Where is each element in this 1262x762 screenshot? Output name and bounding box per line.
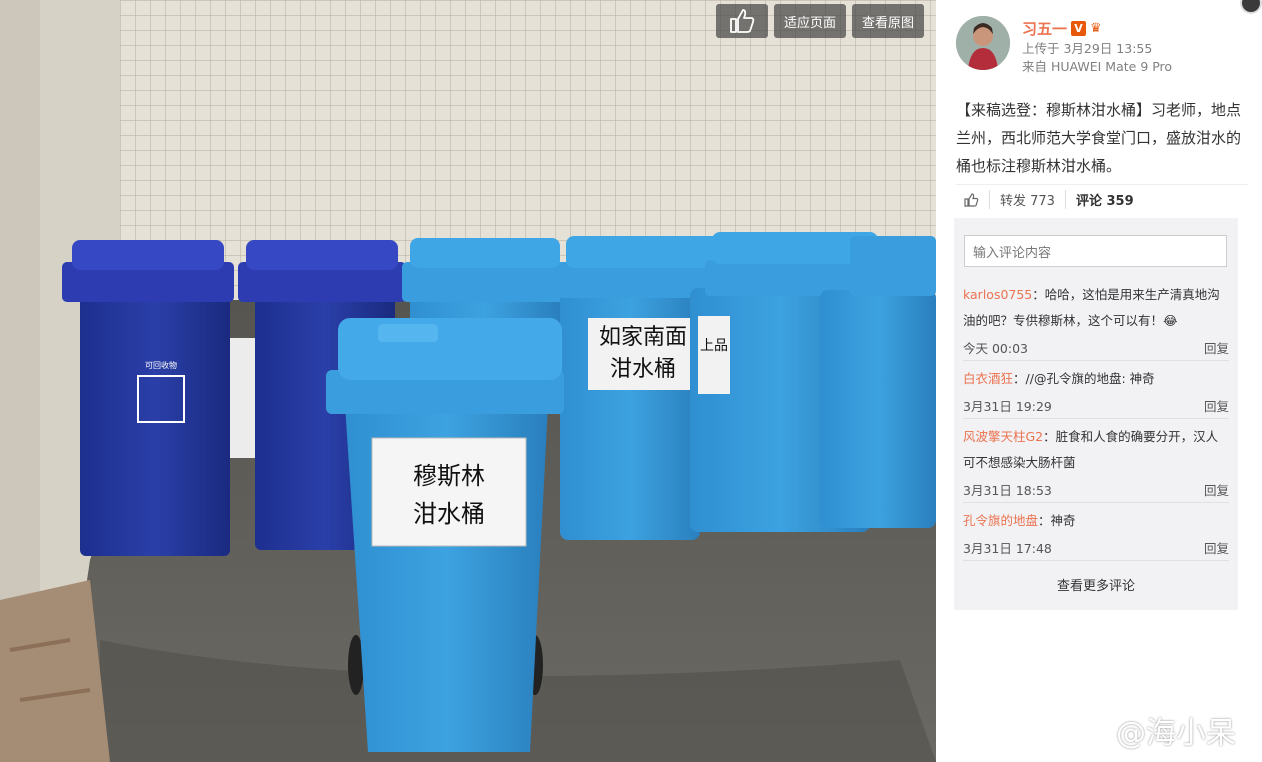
front-sign-line2: 泔水桶 <box>413 500 485 528</box>
verified-badge-icon: V <box>1071 20 1087 36</box>
comment-time: 3月31日 18:53 <box>963 482 1052 498</box>
comment-text: ：神奇 <box>1038 513 1076 528</box>
svg-text:上品: 上品 <box>700 338 728 354</box>
comment-item: 孔令旗的地盘：神奇 3月31日 17:48 回复 <box>963 508 1229 561</box>
more-comments-link[interactable]: 查看更多评论 <box>954 575 1238 594</box>
like-button[interactable] <box>956 192 989 207</box>
avatar[interactable] <box>956 16 1010 70</box>
thumbs-up-icon <box>730 9 755 33</box>
post-text: 【来稿选登：穆斯林泔水桶】习老师，地点兰州，西北师范大学食堂门口，盛放泔水的桶也… <box>956 101 1242 175</box>
svg-text:可回收物: 可回收物 <box>145 360 177 370</box>
reply-button[interactable]: 回复 <box>1204 396 1229 415</box>
watermark: @海小呆 <box>1066 708 1236 752</box>
repost-button[interactable]: 转发 773 <box>989 190 1065 209</box>
watermark-text: @海小呆 <box>1116 716 1236 751</box>
close-button[interactable] <box>1240 0 1262 14</box>
comment-time: 3月31日 19:29 <box>963 398 1052 414</box>
comment-item: 风波擎天柱G2：脏食和人食的确要分开，汉人可不想感染大肠杆菌 3月31日 18:… <box>963 424 1229 503</box>
view-original-button[interactable]: 查看原图 <box>852 4 925 38</box>
back-sign-line2: 泔水桶 <box>610 357 676 382</box>
reply-button[interactable]: 回复 <box>1204 538 1229 557</box>
post-source[interactable]: 来自 HUAWEI Mate 9 Pro <box>1022 58 1172 76</box>
front-sign-line1: 穆斯林 <box>413 462 485 490</box>
comment-time: 3月31日 17:48 <box>963 540 1052 556</box>
post-panel: 习五一 V ♛ 上传于 3月29日 13:55 来自 HUAWEI Mate 9… <box>936 0 1262 762</box>
comments-section: 输入评论内容 karlos0755：哈哈，这怕是用来生产清真地沟油的吧？专供穆斯… <box>954 218 1238 610</box>
post-photo[interactable]: 可回收物 如家南面 泔水桶 上品 穆斯林 泔水桶 适应页面 查看原图 <box>0 0 936 762</box>
comment-time: 今天 00:03 <box>963 340 1028 356</box>
vip-crown-icon: ♛ <box>1090 20 1102 36</box>
author-header: 习五一 V ♛ 上传于 3月29日 13:55 来自 HUAWEI Mate 9… <box>956 16 1172 76</box>
reply-button[interactable]: 回复 <box>1204 338 1229 357</box>
comment-user[interactable]: 白衣酒狂 <box>963 371 1013 386</box>
comment-tab[interactable]: 评论 359 <box>1064 190 1144 209</box>
fit-page-button[interactable]: 适应页面 <box>774 4 847 38</box>
comment-text: ：//@孔令旗的地盘: 神奇 <box>1013 371 1155 386</box>
author-name[interactable]: 习五一 <box>1022 18 1067 39</box>
comment-input[interactable]: 输入评论内容 <box>964 235 1227 267</box>
back-sign-line1: 如家南面 <box>599 325 687 350</box>
comment-user[interactable]: karlos0755 <box>963 287 1032 302</box>
weibo-logo-icon <box>1067 714 1109 748</box>
like-photo-button[interactable] <box>716 4 768 38</box>
thumbs-up-icon <box>964 192 979 207</box>
comment-user[interactable]: 风波擎天柱G2 <box>963 429 1043 444</box>
post-actions: 转发 773 评论 359 <box>956 184 1248 214</box>
comment-item: 白衣酒狂：//@孔令旗的地盘: 神奇 3月31日 19:29 回复 <box>963 366 1229 419</box>
comment-item: karlos0755：哈哈，这怕是用来生产清真地沟油的吧？专供穆斯林，这个可以有… <box>963 282 1229 361</box>
trash-bins-photo: 可回收物 如家南面 泔水桶 上品 穆斯林 泔水桶 <box>0 0 936 762</box>
reply-button[interactable]: 回复 <box>1204 480 1229 499</box>
upload-time: 上传于 3月29日 13:55 <box>1022 41 1153 56</box>
comment-user[interactable]: 孔令旗的地盘 <box>963 513 1038 528</box>
photo-toolbar: 适应页面 查看原图 <box>716 4 925 38</box>
